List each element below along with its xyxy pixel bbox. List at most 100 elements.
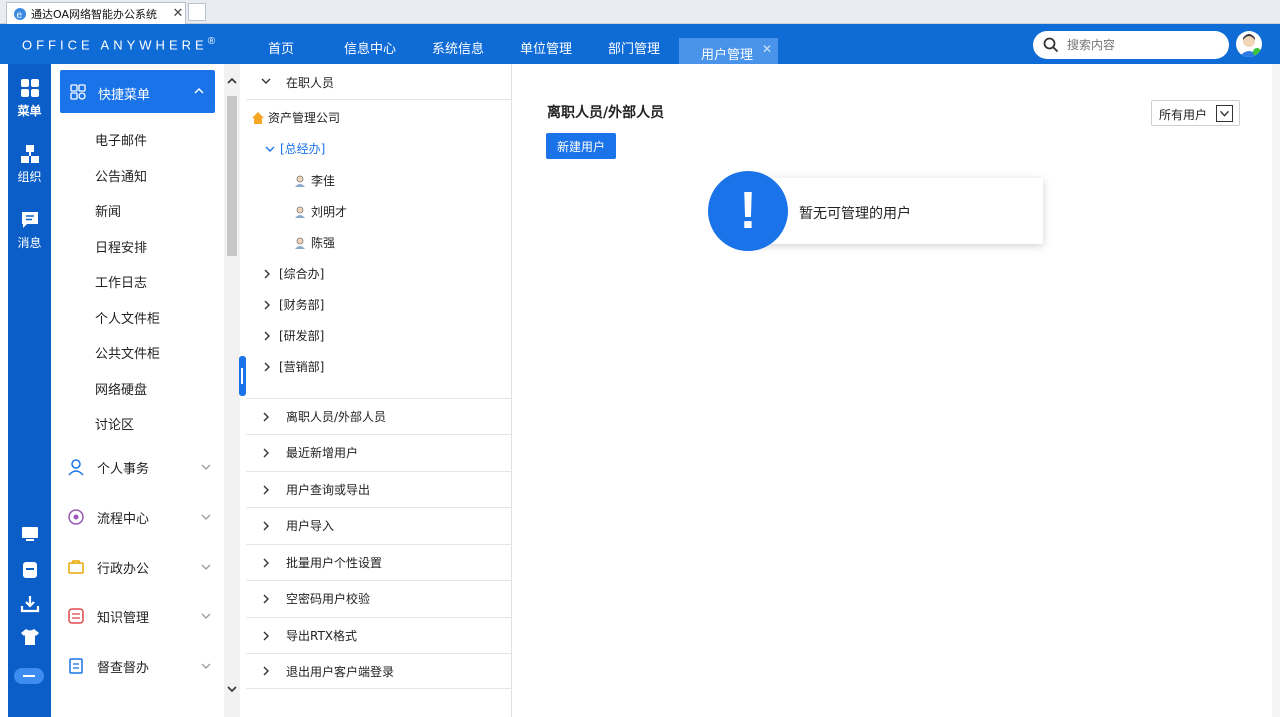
message-icon [21, 212, 38, 228]
menu-scrollbar[interactable] [224, 64, 240, 717]
rail-menu[interactable]: 菜单 [8, 78, 51, 119]
user-icon [295, 237, 305, 249]
nav-info-center[interactable]: 信息中心 [344, 24, 396, 64]
chevron-down-icon [201, 464, 211, 470]
menu-item-schedule[interactable]: 日程安排 [95, 237, 147, 256]
browser-tab[interactable]: e 通达OA网络智能办公系统 ✕ [6, 2, 186, 24]
tree-section-empty-password-check[interactable]: 空密码用户校验 [246, 580, 512, 616]
tree-dept-label: [综合办] [279, 267, 325, 281]
chevron-right-icon [263, 594, 269, 603]
user-filter-select[interactable]: 所有用户 [1151, 100, 1240, 126]
menu-group-label: 流程中心 [97, 511, 150, 527]
browser-tab-close-icon[interactable]: ✕ [171, 6, 185, 21]
menu-item-public-files[interactable]: 公共文件柜 [95, 343, 160, 362]
tree-dept[interactable]: [研发部] [261, 327, 324, 344]
user-avatar[interactable] [1236, 31, 1262, 57]
rail-messages-label: 消息 [17, 236, 42, 250]
dropdown-arrow-icon[interactable] [1216, 105, 1233, 122]
tab-close-icon[interactable]: ✕ [762, 42, 772, 56]
chevron-right-icon [263, 558, 269, 567]
tree-dept-label: [营销部] [279, 360, 325, 374]
new-user-button[interactable]: 新建用户 [546, 133, 616, 159]
nav-unit-management[interactable]: 单位管理 [520, 24, 572, 64]
workflow-icon [68, 509, 84, 525]
menu-item-network-disk[interactable]: 网络硬盘 [95, 379, 147, 398]
menu-item-news[interactable]: 新闻 [95, 201, 121, 220]
tree-section-departed-external[interactable]: 离职人员/外部人员 [246, 398, 512, 434]
rail-organization[interactable]: 组织 [8, 144, 51, 185]
chevron-right-icon [264, 331, 270, 340]
logo-registered-mark: ® [207, 36, 220, 47]
menu-group-workflow[interactable]: 流程中心 [67, 502, 212, 532]
tree-dept-expanded[interactable]: [总经办] [264, 140, 325, 157]
tree-section-recent-users[interactable]: 最近新增用户 [246, 434, 512, 470]
chevron-down-icon [201, 613, 211, 619]
chevron-right-icon [264, 362, 270, 371]
tree-member[interactable]: 李佳 [293, 172, 335, 189]
tree-dept-label: [总经办] [280, 142, 326, 156]
tree-section-logout-clients[interactable]: 退出用户客户端登录 [246, 653, 512, 689]
download-icon[interactable] [20, 594, 40, 614]
tree-section-label: 批量用户个性设置 [286, 556, 383, 570]
user-icon [295, 206, 305, 218]
search-input[interactable] [1065, 37, 1215, 53]
menu-group-supervision[interactable]: 督查督办 [67, 651, 212, 681]
menu-item-personal-files[interactable]: 个人文件柜 [95, 308, 160, 327]
logo: OFFICE ANYWHERE® [22, 36, 219, 52]
nav-department-management[interactable]: 部门管理 [608, 24, 660, 64]
tree-section-label: 离职人员/外部人员 [286, 410, 387, 424]
scroll-down-icon[interactable] [227, 684, 237, 694]
tree-section-label: 退出用户客户端登录 [286, 664, 395, 679]
tree-dept[interactable]: [综合办] [261, 265, 324, 282]
panel-resize-handle[interactable] [239, 356, 246, 396]
tree-section-import[interactable]: 用户导入 [246, 507, 512, 543]
tree-dept[interactable]: [财务部] [261, 296, 324, 313]
chevron-right-icon [263, 666, 269, 676]
monitor-icon[interactable] [20, 524, 40, 544]
tree-member[interactable]: 陈强 [293, 234, 335, 251]
quick-menu-label: 快捷菜单 [98, 88, 151, 103]
menu-item-forum[interactable]: 讨论区 [95, 414, 134, 433]
chevron-down-icon [261, 78, 271, 84]
menu-item-email[interactable]: 电子邮件 [95, 130, 147, 149]
minus-icon [23, 675, 35, 677]
scrollbar-thumb[interactable] [227, 96, 237, 256]
briefcase-icon [68, 560, 84, 574]
tree-section-batch-settings[interactable]: 批量用户个性设置 [246, 544, 512, 580]
menu-group-administration[interactable]: 行政办公 [67, 552, 212, 582]
rail-collapse-button[interactable] [14, 668, 44, 684]
tree-dept-label: [财务部] [279, 298, 325, 312]
tree-member[interactable]: 刘明才 [293, 203, 347, 220]
browser-tab-title: 通达OA网络智能办公系统 [31, 7, 157, 21]
nav-user-management-tab[interactable]: 用户管理 ✕ [679, 38, 778, 64]
menu-item-work-log[interactable]: 工作日志 [95, 272, 147, 291]
rail-messages[interactable]: 消息 [8, 210, 51, 251]
tree-section-export-rtx[interactable]: 导出RTX格式 [246, 617, 512, 653]
scroll-up-icon[interactable] [227, 76, 237, 86]
shirt-icon[interactable] [20, 627, 40, 647]
content-scrollbar[interactable] [1272, 64, 1280, 717]
empty-notice-card: 暂无可管理的用户 [743, 178, 1043, 244]
org-chart-icon [20, 145, 39, 163]
tree-section-label: 用户查询或导出 [286, 483, 371, 497]
menu-item-announcements[interactable]: 公告通知 [95, 166, 147, 185]
notepad-icon[interactable] [20, 560, 40, 580]
chevron-up-icon[interactable] [193, 85, 205, 97]
main-content: 离职人员/外部人员 所有用户 新建用户 暂无可管理的用户 ! [513, 64, 1272, 717]
new-tab-button[interactable] [188, 3, 206, 21]
chevron-right-icon [263, 521, 269, 530]
search-box[interactable] [1033, 31, 1229, 59]
tree-company[interactable]: 资产管理公司 [251, 109, 340, 126]
quick-menu-header[interactable]: 快捷菜单 [60, 70, 215, 113]
menu-group-knowledge[interactable]: 知识管理 [67, 601, 212, 631]
menu-group-personal-affairs[interactable]: 个人事务 [67, 452, 212, 482]
nav-system-info[interactable]: 系统信息 [432, 24, 484, 64]
icon-rail: 菜单 组织 消息 [8, 64, 51, 717]
tree-dept[interactable]: [营销部] [261, 358, 324, 375]
chevron-right-icon [263, 448, 269, 457]
tree-section-query-export[interactable]: 用户查询或导出 [246, 471, 512, 507]
search-icon [1043, 37, 1059, 53]
nav-home[interactable]: 首页 [268, 24, 294, 64]
grid-icon [20, 79, 39, 97]
tree-header-active-staff[interactable]: 在职人员 [246, 64, 512, 100]
